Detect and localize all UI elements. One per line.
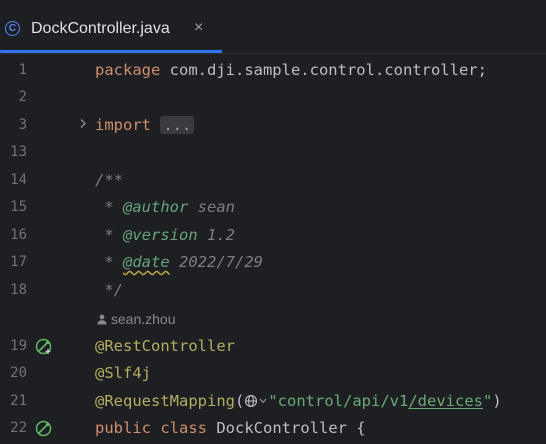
folded-imports[interactable]: ... — [160, 116, 195, 134]
line-number: 21 — [10, 393, 27, 409]
code-line: 15 * @author sean — [0, 194, 546, 221]
line-number: 20 — [10, 365, 27, 381]
code-line: 17 * @date 2022/7/29 — [0, 249, 546, 276]
author-hint[interactable]: sean.zhou — [97, 308, 176, 330]
active-tab-indicator — [0, 50, 222, 53]
code-text[interactable]: public class DockController { — [95, 415, 366, 442]
code-line: 3 import ... — [0, 112, 546, 139]
close-icon[interactable]: × — [194, 19, 203, 37]
class-icon: C — [5, 21, 20, 36]
code-line: 19 @RestController — [0, 333, 546, 360]
spring-bean-icon[interactable] — [35, 338, 52, 355]
tab-dockcontroller[interactable]: C DockController.java × — [0, 6, 222, 53]
code-line: 21 @RequestMapping("control/api/v1/devic… — [0, 388, 546, 415]
code-text[interactable]: */ — [95, 277, 123, 304]
chevron-right-icon[interactable] — [79, 112, 87, 139]
code-text[interactable]: * @date 2022/7/29 — [95, 249, 263, 276]
line-number: 3 — [18, 117, 27, 133]
line-number: 15 — [10, 199, 27, 215]
code-text[interactable]: @Slf4j — [95, 360, 151, 387]
code-line: 14 /** — [0, 167, 546, 194]
code-text[interactable]: @RequestMapping("control/api/v1/devices"… — [95, 388, 502, 416]
code-text[interactable]: * @author sean — [95, 194, 235, 221]
code-line: 13 — [0, 139, 546, 166]
code-text[interactable]: /** — [95, 167, 123, 194]
line-number: 2 — [18, 89, 27, 105]
globe-icon[interactable] — [244, 389, 268, 416]
code-text[interactable]: import ... — [95, 112, 195, 139]
code-line: 16 * @version 1.2 — [0, 222, 546, 249]
line-number: 18 — [10, 282, 27, 298]
code-text[interactable]: package com.dji.sample.control.controlle… — [95, 57, 487, 84]
tab-title: DockController.java — [31, 20, 170, 37]
code-line: 22 public class DockController { — [0, 415, 546, 442]
code-line: 1 package com.dji.sample.control.control… — [0, 57, 546, 84]
code-editor[interactable]: 1 package com.dji.sample.control.control… — [0, 54, 546, 444]
author-hint-row: sean.zhou — [0, 308, 546, 330]
line-number: 13 — [10, 144, 27, 160]
line-number: 14 — [10, 172, 27, 188]
editor-tab-bar: C DockController.java × — [0, 6, 546, 54]
code-text[interactable]: * @version 1.2 — [95, 222, 235, 249]
line-number: 22 — [10, 420, 27, 436]
code-text[interactable]: @RestController — [95, 333, 235, 360]
spring-bean-icon[interactable] — [35, 420, 52, 437]
user-icon — [97, 314, 107, 325]
line-number: 1 — [18, 62, 27, 78]
code-line: 18 */ — [0, 277, 546, 304]
line-number: 17 — [10, 254, 27, 270]
line-number: 19 — [10, 338, 27, 354]
code-line: 2 — [0, 84, 546, 111]
line-number: 16 — [10, 227, 27, 243]
code-line: 20 @Slf4j — [0, 360, 546, 387]
